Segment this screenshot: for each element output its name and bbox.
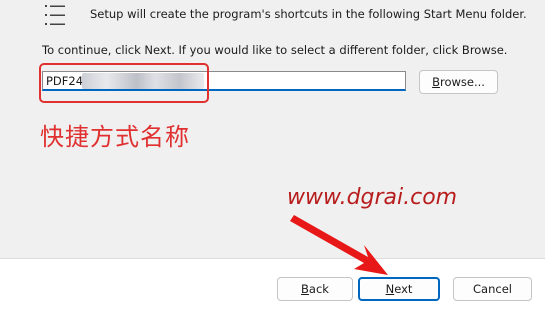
cancel-button[interactable]: Cancel [453, 277, 532, 301]
wizard-content: Setup will create the program's shortcut… [0, 0, 545, 258]
browse-label: rowse... [439, 75, 485, 89]
annotation-highlight-box [39, 63, 209, 103]
annotation-label: 快捷方式名称 [40, 123, 190, 151]
cancel-label: Cancel [473, 282, 512, 296]
setup-description: Setup will create the program's shortcut… [90, 7, 527, 21]
browse-button[interactable]: Browse... [419, 70, 498, 94]
red-arrow-pointer-icon [290, 215, 388, 275]
browse-mnemonic: B [432, 75, 440, 89]
list-icon [45, 5, 65, 25]
footer-divider [0, 258, 545, 259]
instruction-text: To continue, click Next. If you would li… [42, 43, 508, 57]
